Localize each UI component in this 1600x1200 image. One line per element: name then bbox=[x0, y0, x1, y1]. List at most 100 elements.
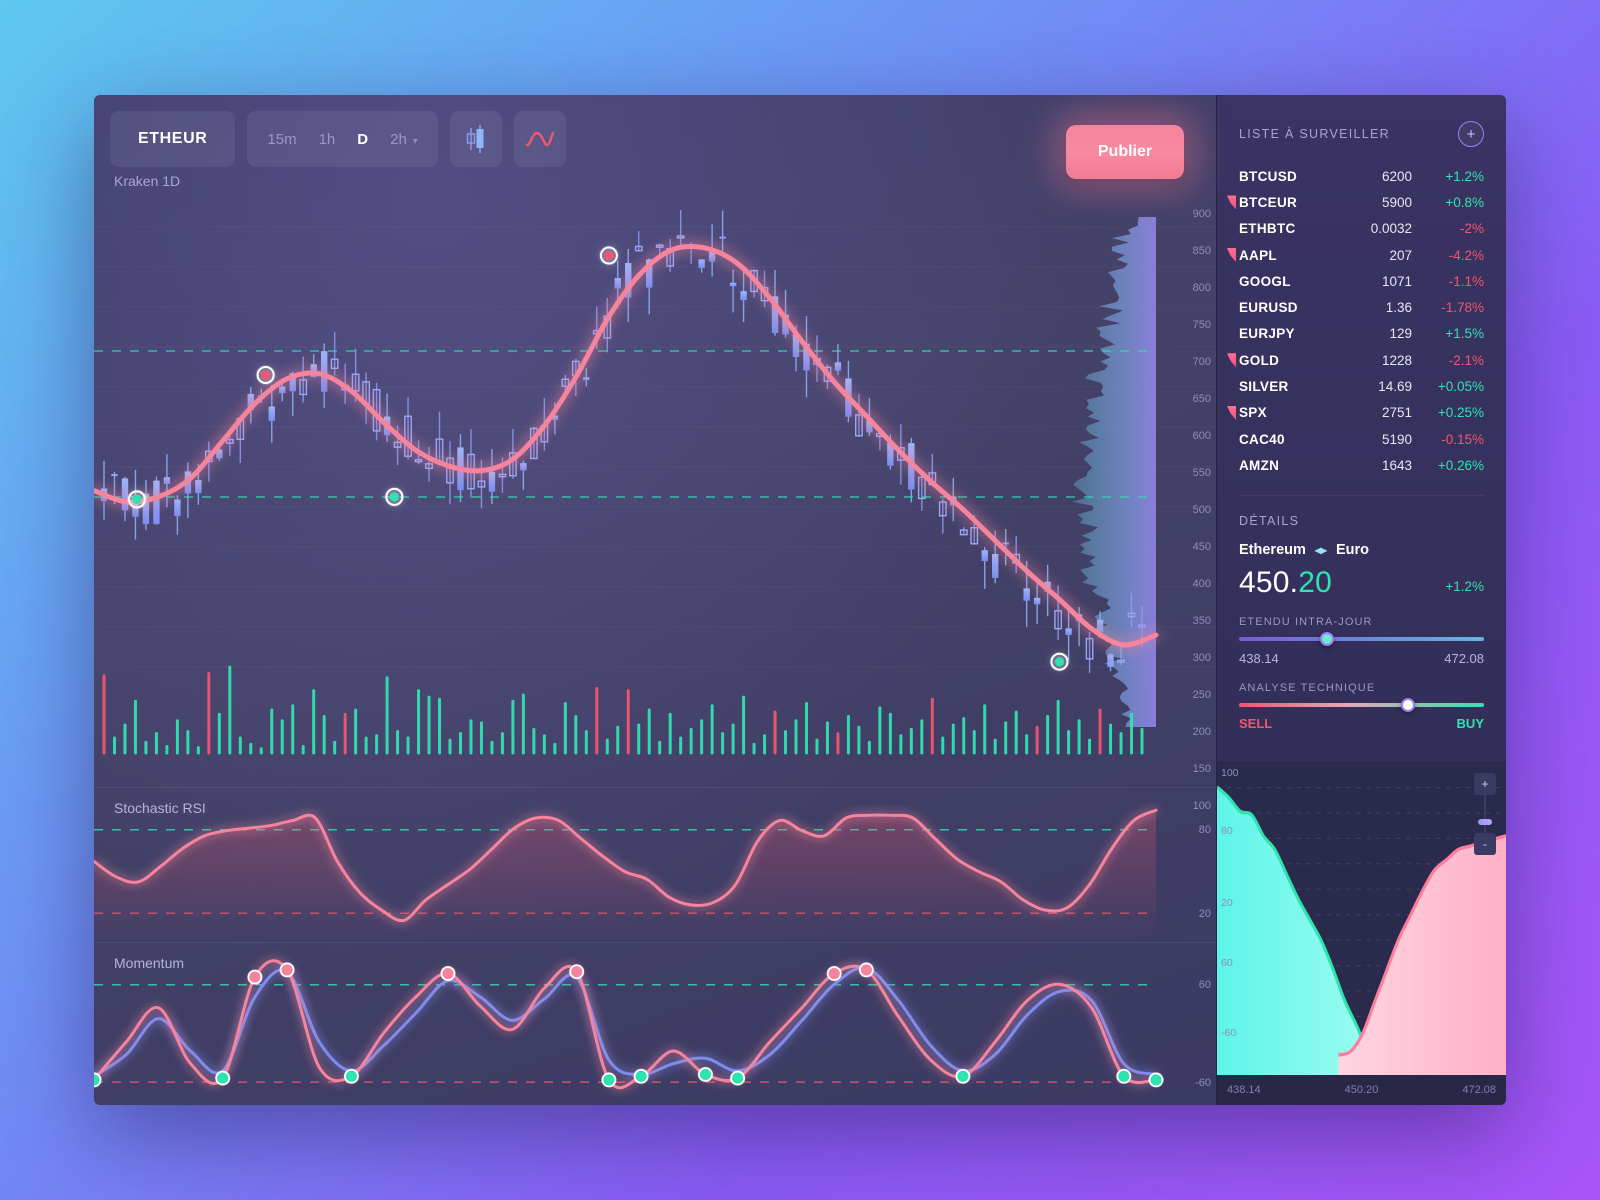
watchlist-symbol: SPX bbox=[1239, 405, 1267, 421]
watchlist-price: 207 bbox=[1389, 247, 1412, 263]
publish-button[interactable]: Publier bbox=[1066, 125, 1184, 179]
watchlist-row[interactable]: GOOGL 1071 -1.1% bbox=[1239, 268, 1484, 294]
price-chart-panel[interactable]: 900 850 800 750 700 650 600 550 500 450 … bbox=[94, 187, 1216, 812]
stochastic-axis: 80 20 bbox=[1198, 824, 1211, 920]
intraday-range-label: ETENDU INTRA-JOUR bbox=[1239, 615, 1373, 628]
watchlist-change: -1.78% bbox=[1441, 300, 1484, 316]
technical-analysis-slider[interactable] bbox=[1239, 697, 1484, 712]
watchlist-price: 2751 bbox=[1381, 405, 1412, 421]
momentum-title: Momentum bbox=[114, 955, 185, 971]
intraday-range-slider[interactable] bbox=[1239, 631, 1484, 646]
price-integer: 450. bbox=[1239, 565, 1299, 599]
watchlist-change: +0.05% bbox=[1437, 379, 1484, 395]
price-axis: 900 850 800 750 700 650 600 550 500 450 … bbox=[1192, 208, 1211, 812]
watchlist-row[interactable]: AAPL 207 -4.2% bbox=[1227, 242, 1484, 268]
depth-footer-right: 472.08 bbox=[1462, 1084, 1496, 1096]
details-section: DÉTAILS Ethereum ◂▸ Euro 450. 20 +1.2% E… bbox=[1217, 496, 1506, 731]
watchlist-header: LISTE À SURVEILLER + bbox=[1217, 95, 1506, 157]
watchlist-row[interactable]: CAC40 5190 -0.15% bbox=[1239, 426, 1484, 452]
watchlist-price: 1643 bbox=[1381, 457, 1412, 473]
watchlist-row[interactable]: GOLD 1228 -2.1% bbox=[1227, 347, 1484, 373]
depth-footer: 438.14 450.20 472.08 bbox=[1217, 1075, 1506, 1105]
intraday-range-handle[interactable] bbox=[1320, 631, 1335, 646]
watchlist-symbol: GOOGL bbox=[1239, 273, 1291, 289]
technical-analysis-handle[interactable] bbox=[1401, 697, 1416, 712]
alert-flag-icon bbox=[1227, 353, 1236, 368]
watchlist-row[interactable]: EURUSD 1.36 -1.78% bbox=[1239, 294, 1484, 320]
watchlist-change: -2% bbox=[1459, 221, 1484, 237]
zoom-in-button[interactable]: + bbox=[1474, 773, 1496, 795]
watchlist-symbol: EURJPY bbox=[1239, 326, 1295, 342]
instrument-pair: Ethereum ◂▸ Euro bbox=[1239, 542, 1484, 558]
current-price: 450. 20 bbox=[1239, 566, 1332, 600]
timeframe-2h[interactable]: 2h ▾ bbox=[390, 131, 418, 148]
trading-app-window: ETHEUR 15m 1h D 2h ▾ Publier Kraken 1D 9… bbox=[94, 95, 1506, 1105]
watchlist-change: -4.2% bbox=[1448, 247, 1484, 263]
watchlist-row[interactable]: AMZN 1643 +0.26% bbox=[1239, 452, 1484, 478]
candlestick-chart-type-button[interactable] bbox=[449, 111, 502, 167]
alert-flag-icon bbox=[1227, 405, 1236, 420]
depth-mini-chart[interactable]: 100 80 20 60 -60 + - bbox=[1217, 761, 1506, 1075]
watchlist-price: 14.69 bbox=[1378, 379, 1412, 395]
chart-column: ETHEUR 15m 1h D 2h ▾ Publier Kraken 1D 9… bbox=[94, 95, 1216, 1105]
zoom-slider-track[interactable] bbox=[1478, 795, 1492, 833]
timeframe-1h[interactable]: 1h bbox=[319, 131, 336, 148]
stochastic-rsi-svg bbox=[94, 808, 1158, 942]
watchlist-change: -1.1% bbox=[1448, 273, 1484, 289]
watchlist-row[interactable]: SILVER 14.69 +0.05% bbox=[1239, 373, 1484, 399]
symbol-selector[interactable]: ETHEUR bbox=[110, 111, 236, 167]
watchlist-row[interactable]: ETHBTC 0.0032 -2% bbox=[1239, 216, 1484, 242]
price-row: 450. 20 +1.2% bbox=[1239, 566, 1484, 600]
watchlist-symbol: EURUSD bbox=[1239, 300, 1298, 316]
candlestick-icon bbox=[466, 125, 484, 153]
stochastic-rsi-panel[interactable]: Stochastic RSI 80 20 bbox=[94, 787, 1216, 942]
momentum-panel[interactable]: Momentum 60 -60 bbox=[94, 942, 1216, 1105]
quote-currency-label: Euro bbox=[1335, 541, 1369, 558]
sidebar: LISTE À SURVEILLER + BTCUSD 6200 +1.2% BTCE… bbox=[1216, 95, 1506, 1105]
swap-arrows-icon: ◂▸ bbox=[1314, 542, 1327, 557]
watchlist-change: +1.5% bbox=[1445, 326, 1484, 342]
line-chart-type-button[interactable] bbox=[513, 111, 566, 167]
watchlist-row[interactable]: BTCUSD 6200 +1.2% bbox=[1239, 163, 1484, 189]
chart-toolbar: ETHEUR 15m 1h D 2h ▾ Publier bbox=[110, 111, 1200, 179]
watchlist-price: 0.0032 bbox=[1370, 221, 1412, 237]
alert-flag-icon bbox=[1227, 248, 1236, 263]
momentum-svg bbox=[94, 959, 1164, 1090]
watchlist-title: LISTE À SURVEILLER bbox=[1239, 127, 1390, 141]
base-currency-label: Ethereum bbox=[1239, 541, 1306, 558]
symbol-label: ETHEUR bbox=[138, 130, 208, 147]
chevron-down-icon: ▾ bbox=[412, 135, 418, 147]
price-change: +1.2% bbox=[1445, 578, 1484, 594]
zoom-out-button[interactable]: - bbox=[1474, 833, 1496, 855]
watchlist-change: -0.15% bbox=[1441, 431, 1484, 447]
depth-chart-svg bbox=[1217, 785, 1506, 1075]
watchlist-price: 6200 bbox=[1381, 168, 1412, 184]
timeframe-d[interactable]: D bbox=[357, 131, 368, 148]
timeframe-15m[interactable]: 15m bbox=[267, 131, 296, 148]
watchlist-price: 5190 bbox=[1381, 431, 1412, 447]
watchlist-row[interactable]: SPX 2751 +0.25% bbox=[1227, 400, 1484, 426]
exchange-label: Kraken 1D bbox=[114, 173, 181, 189]
watchlist-symbol: BTCUSD bbox=[1239, 168, 1298, 184]
watchlist-row[interactable]: BTCEUR 5900 +0.8% bbox=[1227, 189, 1484, 215]
price-chart-svg bbox=[94, 210, 1159, 755]
watchlist-change: +1.2% bbox=[1445, 168, 1484, 184]
watchlist-symbol: SILVER bbox=[1239, 379, 1289, 395]
details-title: DÉTAILS bbox=[1239, 513, 1300, 528]
watchlist-symbol: CAC40 bbox=[1239, 431, 1285, 447]
ta-sell-label: SELL bbox=[1239, 715, 1273, 731]
watchlist-change: -2.1% bbox=[1448, 352, 1484, 368]
alert-flag-icon bbox=[1227, 195, 1236, 210]
zoom-slider-handle[interactable] bbox=[1478, 819, 1492, 825]
watchlist-symbol: AAPL bbox=[1239, 247, 1277, 263]
watchlist-symbol: BTCEUR bbox=[1239, 194, 1298, 210]
range-low-value: 438.14 bbox=[1239, 650, 1279, 666]
watchlist-price: 1071 bbox=[1381, 273, 1412, 289]
range-high-value: 472.08 bbox=[1444, 650, 1484, 666]
add-symbol-button[interactable]: + bbox=[1458, 121, 1484, 147]
depth-footer-left: 438.14 bbox=[1227, 1084, 1261, 1096]
watchlist-change: +0.25% bbox=[1437, 405, 1484, 421]
watchlist-symbol: AMZN bbox=[1239, 457, 1280, 473]
depth-zoom-control: + - bbox=[1474, 773, 1496, 855]
watchlist-row[interactable]: EURJPY 129 +1.5% bbox=[1239, 321, 1484, 347]
